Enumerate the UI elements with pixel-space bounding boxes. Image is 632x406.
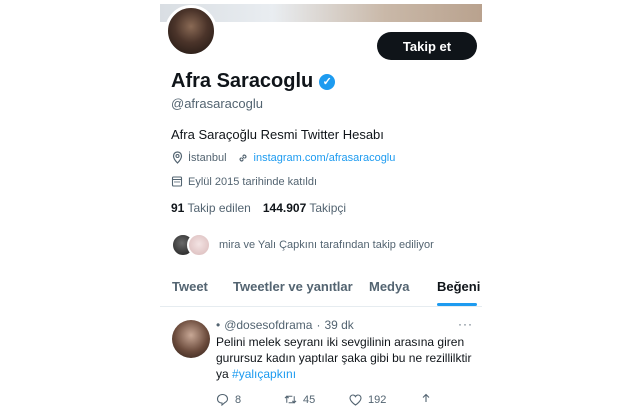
following-count: 91 (171, 201, 185, 215)
link-icon (237, 151, 250, 164)
follow-button[interactable]: Takip et (377, 32, 477, 60)
retweet-button[interactable]: 45 (284, 393, 315, 406)
follower-avatar (187, 233, 211, 257)
tab-likes[interactable]: Beğeni (437, 279, 480, 294)
tweet-time[interactable]: 39 dk (324, 318, 353, 332)
separator-dot: · (316, 318, 321, 332)
more-options-icon[interactable]: ··· (458, 317, 473, 331)
heart-icon (349, 393, 362, 406)
tab-tweets[interactable]: Tweet (172, 279, 208, 294)
like-button[interactable]: 192 (349, 393, 386, 406)
calendar-icon (171, 175, 184, 188)
share-icon (419, 393, 432, 406)
profile-handle: @afrasaracoglu (171, 96, 263, 111)
active-tab-indicator (437, 303, 477, 306)
bullet: • (216, 318, 221, 332)
profile-joined: Eylül 2015 tarihinde katıldı (171, 175, 317, 188)
profile-bio: Afra Saraçoğlu Resmi Twitter Hesabı (171, 127, 384, 142)
profile-tabs: Tweet Tweetler ve yanıtlar Medya Beğeni (160, 270, 482, 307)
reply-button[interactable]: 8 (216, 393, 241, 406)
retweet-icon (284, 393, 297, 406)
tweet-header: • @dosesofdrama · 39 dk (216, 318, 354, 332)
following-label: Takip edilen (187, 201, 251, 215)
profile-avatar[interactable] (165, 5, 217, 57)
following-link[interactable]: 91 Takip edilen (171, 201, 251, 215)
tweet-hashtag[interactable]: #yalıçapkını (232, 367, 296, 381)
tweet-author-handle[interactable]: @dosesofdrama (224, 318, 312, 332)
tweet-author-avatar[interactable] (172, 320, 210, 358)
tab-tweets-and-replies[interactable]: Tweetler ve yanıtlar (233, 279, 353, 294)
followers-label: Takipçi (309, 201, 347, 215)
profile-name-row: Afra Saracoglu ✓ (171, 70, 336, 93)
followers-link[interactable]: 144.907 Takipçi (263, 201, 346, 215)
location-pin-icon (171, 151, 184, 164)
followed-by-row[interactable]: mira ve Yalı Çapkını tarafından takip ed… (171, 233, 434, 257)
tab-media[interactable]: Medya (369, 279, 409, 294)
profile-location: İstanbul (188, 151, 227, 164)
profile-name: Afra Saracoglu (171, 70, 314, 92)
share-button[interactable] (419, 393, 432, 406)
followers-count: 144.907 (262, 201, 307, 215)
joined-date: Eylül 2015 tarihinde katıldı (188, 175, 318, 188)
follow-counts: 91 Takip edilen 144.907 Takipçi (171, 201, 346, 215)
verified-badge-icon: ✓ (319, 73, 336, 90)
tweet-text: Pelini melek seyranı iki sevgilinin aras… (216, 334, 478, 382)
reply-icon (216, 393, 229, 406)
profile-meta: İstanbul instagram.com/afrasaracoglu (171, 151, 395, 164)
followed-by-text: mira ve Yalı Çapkını tarafından takip ed… (219, 239, 434, 251)
profile-website-link[interactable]: instagram.com/afrasaracoglu (254, 152, 396, 164)
